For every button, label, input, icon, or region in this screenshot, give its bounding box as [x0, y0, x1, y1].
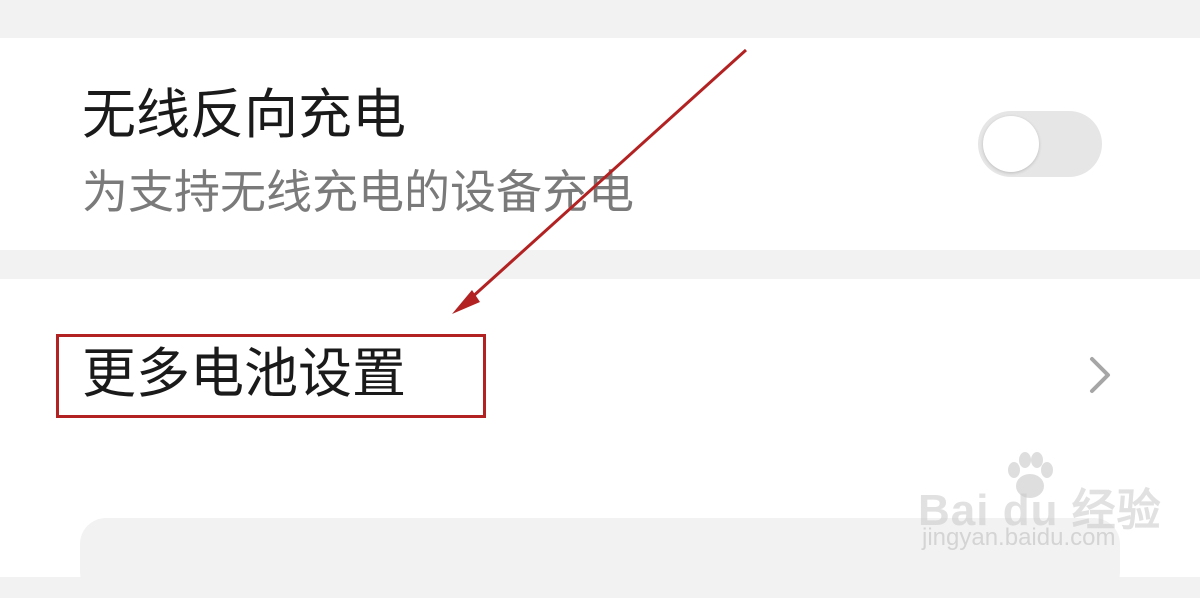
wireless-reverse-charging-subtitle: 为支持无线充电的设备充电: [82, 165, 634, 219]
wireless-reverse-charging-row[interactable]: 无线反向充电 为支持无线充电的设备充电: [0, 38, 1200, 250]
bottom-panel: [80, 518, 1120, 598]
chevron-right-icon: [1090, 357, 1110, 393]
toggle-knob: [983, 116, 1039, 172]
wireless-reverse-charging-toggle[interactable]: [978, 111, 1102, 177]
wireless-reverse-charging-title: 无线反向充电: [82, 83, 406, 146]
more-battery-settings-title: 更多电池设置: [82, 342, 406, 405]
